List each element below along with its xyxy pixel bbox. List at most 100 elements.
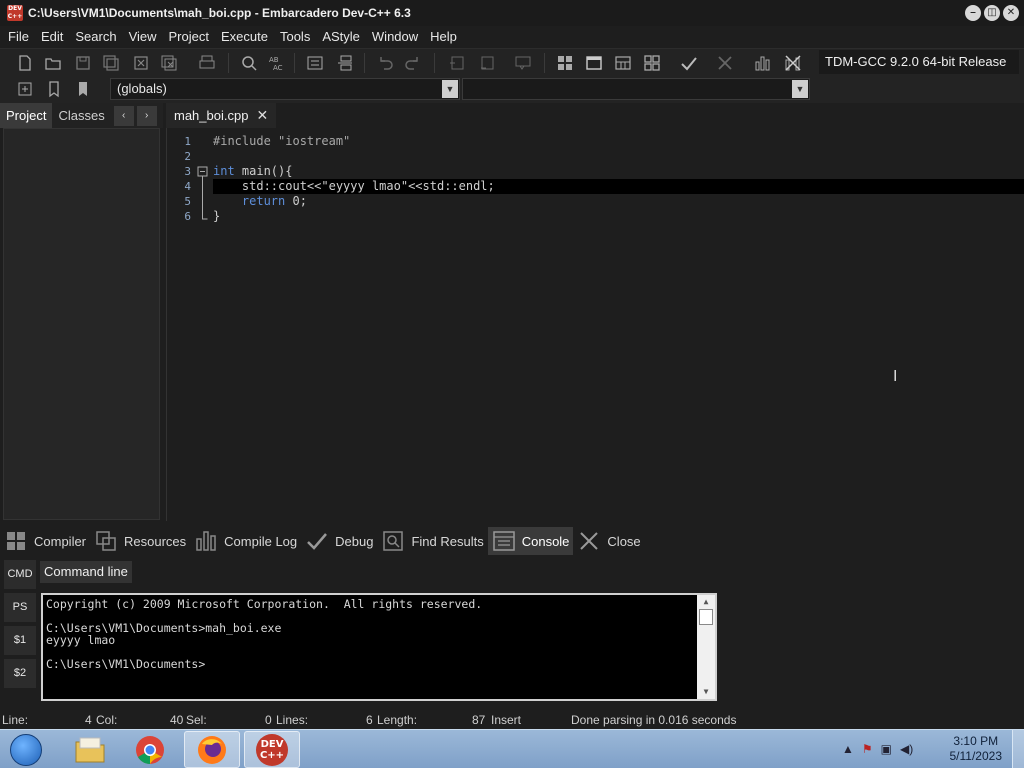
indent-icon[interactable] bbox=[304, 52, 326, 74]
minimize-button[interactable]: – bbox=[965, 5, 981, 21]
menu-window[interactable]: Window bbox=[366, 26, 424, 48]
redo-icon[interactable] bbox=[402, 52, 424, 74]
undo-icon[interactable] bbox=[374, 52, 396, 74]
toggle-bookmark-icon[interactable] bbox=[43, 78, 65, 100]
status-length-label: Length: bbox=[377, 713, 418, 727]
compiler-select[interactable]: TDM-GCC 9.2.0 64-bit Release bbox=[819, 50, 1019, 74]
menu-help[interactable]: Help bbox=[424, 26, 463, 48]
editor-tab-mah-boi[interactable]: mah_boi.cpp ✕ bbox=[166, 103, 277, 128]
status-line-label: Line: bbox=[2, 713, 29, 727]
tab-find-results-label: Find Results bbox=[411, 533, 484, 549]
toolbar-separator bbox=[228, 53, 229, 73]
save-icon[interactable] bbox=[72, 52, 94, 74]
tab-close-panel[interactable]: Close bbox=[573, 527, 644, 555]
unindent-icon[interactable] bbox=[334, 52, 356, 74]
chevron-left-icon[interactable]: ‹ bbox=[113, 105, 134, 126]
shell-ps-button[interactable]: PS bbox=[4, 593, 36, 622]
menu-project[interactable]: Project bbox=[163, 26, 215, 48]
taskbar-explorer[interactable] bbox=[62, 731, 118, 768]
status-lines-value: 6 bbox=[366, 713, 373, 727]
scroll-up-icon[interactable]: ▲ bbox=[697, 595, 715, 609]
return-value: 0; bbox=[285, 194, 307, 208]
save-all-icon[interactable] bbox=[100, 52, 122, 74]
project-tree[interactable] bbox=[3, 128, 160, 520]
console-line: eyyyy lmao bbox=[46, 633, 116, 647]
action-center-icon[interactable]: ⚑ bbox=[862, 742, 873, 756]
chevron-right-icon[interactable]: › bbox=[136, 105, 157, 126]
tab-classes[interactable]: Classes bbox=[52, 103, 110, 128]
console-output[interactable]: Copyright (c) 2009 Microsoft Corporation… bbox=[41, 593, 717, 701]
menu-file[interactable]: File bbox=[2, 26, 35, 48]
tab-command-line[interactable]: Command line bbox=[40, 561, 132, 583]
console-scrollbar[interactable]: ▲ ▼ bbox=[697, 595, 715, 699]
function-signature: main(){ bbox=[234, 164, 293, 178]
compile-icon[interactable] bbox=[554, 52, 576, 74]
shell-cmd-button[interactable]: CMD bbox=[4, 560, 36, 589]
scroll-down-icon[interactable]: ▼ bbox=[697, 685, 715, 699]
close-tab-icon[interactable]: ✕ bbox=[256, 107, 268, 124]
chevron-down-icon[interactable]: ▼ bbox=[442, 80, 458, 98]
status-col-value: 40 bbox=[170, 713, 184, 727]
find-icon[interactable] bbox=[238, 52, 260, 74]
new-project-icon[interactable] bbox=[446, 52, 468, 74]
class-toolbar: (globals) ▼ ▼ bbox=[0, 76, 1024, 103]
menu-edit[interactable]: Edit bbox=[35, 26, 69, 48]
add-to-project-icon[interactable] bbox=[476, 52, 498, 74]
status-col-label: Col: bbox=[96, 713, 118, 727]
tab-compiler[interactable]: Compiler bbox=[0, 527, 90, 555]
open-file-icon[interactable] bbox=[42, 52, 64, 74]
code-text[interactable]: #include "iostream" int main(){ std::cou… bbox=[213, 134, 1024, 224]
tab-debug[interactable]: Debug bbox=[301, 527, 377, 555]
menu-view[interactable]: View bbox=[123, 26, 163, 48]
stop-execution-icon[interactable] bbox=[714, 52, 736, 74]
tab-find-results[interactable]: Find Results bbox=[377, 527, 487, 555]
tab-resources[interactable]: Resources bbox=[90, 527, 190, 555]
print-icon[interactable] bbox=[196, 52, 218, 74]
tab-compile-log[interactable]: Compile Log bbox=[190, 527, 301, 555]
shell-2-button[interactable]: $2 bbox=[4, 659, 36, 688]
volume-icon[interactable]: ◀) bbox=[900, 742, 913, 756]
goto-bookmark-icon[interactable] bbox=[72, 78, 94, 100]
close-window-button[interactable]: ✕ bbox=[1003, 5, 1019, 21]
taskbar-chrome[interactable] bbox=[122, 731, 178, 768]
show-hidden-icons-icon[interactable]: ▲ bbox=[842, 742, 854, 756]
taskbar-clock[interactable]: 3:10 PM 5/11/2023 bbox=[950, 734, 1003, 764]
taskbar-devcpp[interactable]: DEV C++ bbox=[244, 731, 300, 768]
check-syntax-icon[interactable] bbox=[678, 52, 700, 74]
start-button[interactable] bbox=[4, 731, 48, 768]
menu-execute[interactable]: Execute bbox=[215, 26, 274, 48]
compile-run-icon[interactable] bbox=[612, 52, 634, 74]
scope-combo[interactable]: (globals) ▼ bbox=[110, 78, 460, 100]
maximize-button[interactable]: ◫ bbox=[984, 5, 1000, 21]
close-file-icon[interactable] bbox=[130, 52, 152, 74]
code-editor[interactable]: 1 2 3 4 5 6 #include "iostream" int main… bbox=[166, 128, 1024, 521]
console-icon bbox=[492, 531, 515, 551]
line-number: 2 bbox=[184, 150, 191, 163]
tab-project[interactable]: Project bbox=[0, 103, 53, 128]
chevron-down-icon[interactable]: ▼ bbox=[792, 80, 808, 98]
insert-icon[interactable] bbox=[14, 78, 36, 100]
member-combo[interactable]: ▼ bbox=[462, 78, 810, 100]
svg-text:AB: AB bbox=[269, 56, 279, 64]
run-icon[interactable] bbox=[583, 52, 605, 74]
chrome-icon bbox=[136, 735, 164, 764]
replace-icon[interactable]: AB AC bbox=[266, 52, 288, 74]
show-desktop-button[interactable] bbox=[1012, 730, 1024, 768]
taskbar-firefox[interactable] bbox=[184, 731, 240, 768]
profile-icon[interactable] bbox=[752, 52, 774, 74]
close-icon bbox=[580, 532, 599, 550]
menu-search[interactable]: Search bbox=[69, 26, 122, 48]
network-icon[interactable]: ▣ bbox=[881, 742, 892, 756]
rebuild-icon[interactable] bbox=[641, 52, 663, 74]
menu-astyle[interactable]: AStyle bbox=[316, 26, 366, 48]
clock-date: 5/11/2023 bbox=[949, 749, 1003, 763]
close-all-icon[interactable] bbox=[158, 52, 180, 74]
menu-tools[interactable]: Tools bbox=[274, 26, 316, 48]
delete-profile-icon[interactable] bbox=[782, 52, 804, 74]
tab-console[interactable]: Console bbox=[487, 527, 574, 555]
find-results-icon bbox=[383, 531, 404, 551]
shell-1-button[interactable]: $1 bbox=[4, 626, 36, 655]
scroll-thumb[interactable] bbox=[699, 609, 713, 625]
comment-icon[interactable] bbox=[512, 52, 534, 74]
new-file-icon[interactable] bbox=[14, 52, 36, 74]
